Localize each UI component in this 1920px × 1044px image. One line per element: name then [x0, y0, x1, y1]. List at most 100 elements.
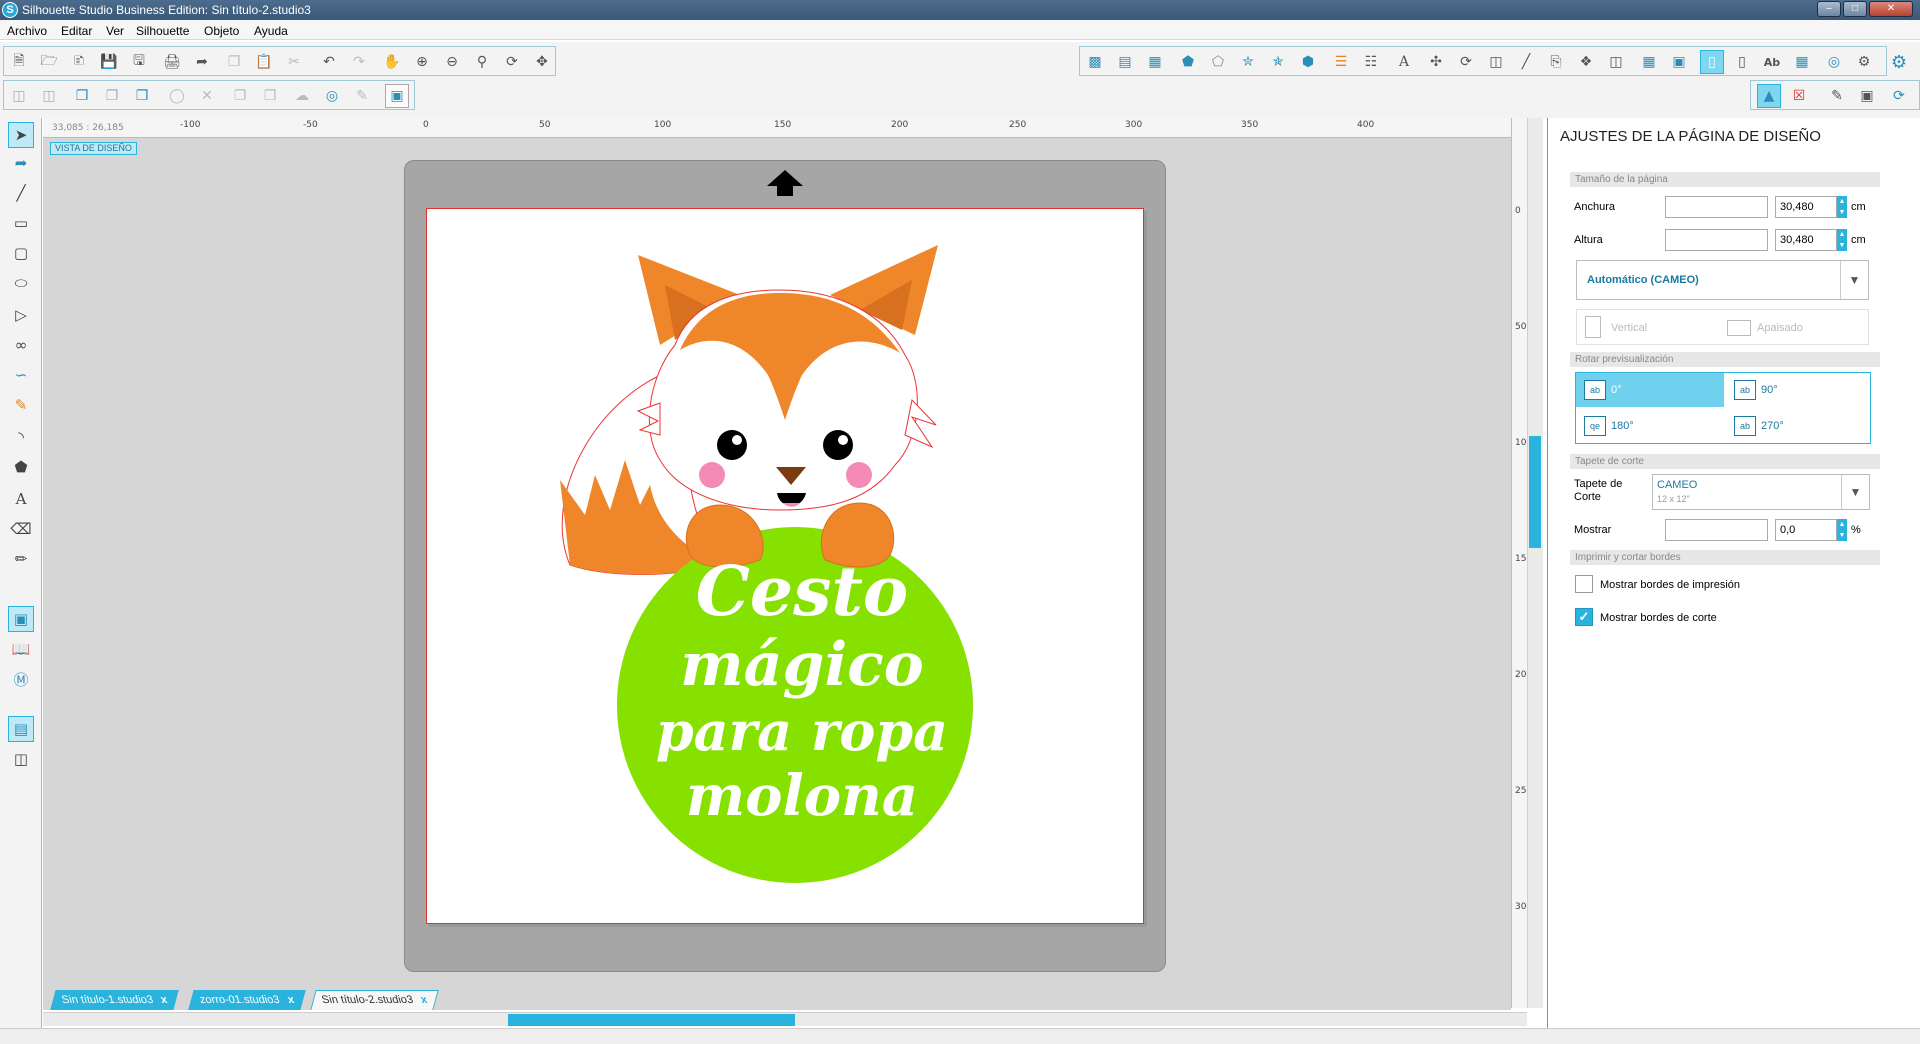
- ellipse-tool-icon[interactable]: ⬭: [8, 270, 34, 296]
- show-input[interactable]: 0,0: [1775, 519, 1837, 541]
- replicate-icon[interactable]: ❖: [1574, 50, 1598, 74]
- rotate-180-option[interactable]: qe 180°: [1576, 409, 1724, 443]
- print-cut-icon[interactable]: ▣: [1667, 50, 1691, 74]
- copy-icon[interactable]: ❐: [222, 50, 246, 74]
- menu-objeto[interactable]: Objeto: [204, 24, 239, 38]
- group-icon[interactable]: ◫: [7, 84, 31, 108]
- knife-icon[interactable]: ✎: [350, 84, 374, 108]
- new-document-icon[interactable]: 🗎: [7, 50, 31, 74]
- tab-close-icon[interactable]: x: [159, 991, 170, 1009]
- line-color-icon[interactable]: ✯: [1266, 50, 1290, 74]
- trace-icon[interactable]: ▦: [1637, 50, 1661, 74]
- height-spinner[interactable]: ▲ ▼: [1837, 229, 1847, 251]
- vertical-scrollbar[interactable]: [1527, 118, 1543, 1008]
- maximize-button[interactable]: □: [1843, 1, 1867, 17]
- point-edit-icon[interactable]: ☁: [290, 84, 314, 108]
- single-view-icon[interactable]: ▤: [8, 716, 34, 742]
- regular-polygon-tool-icon[interactable]: ⬟: [8, 454, 34, 480]
- rotate-icon[interactable]: ⟳: [1454, 50, 1478, 74]
- page-setup-icon[interactable]: ▤: [1113, 50, 1137, 74]
- fit-to-page-icon[interactable]: ✥: [530, 50, 554, 74]
- modify-icon[interactable]: ◫: [1604, 50, 1628, 74]
- silhouette-store-icon[interactable]: Ⓜ: [8, 666, 34, 692]
- rounded-rectangle-tool-icon[interactable]: ▢: [8, 240, 34, 266]
- design-area-icon[interactable]: ▣: [8, 606, 34, 632]
- rotate-90-option[interactable]: ab 90°: [1726, 373, 1870, 407]
- menu-ver[interactable]: Ver: [106, 24, 124, 38]
- freehand-tool-icon[interactable]: ∽: [8, 362, 34, 388]
- rotate-0-option[interactable]: ab 0°: [1576, 373, 1724, 407]
- page-preset-dropdown[interactable]: Automático (CAMEO) ▼: [1576, 260, 1869, 300]
- scale-icon[interactable]: ◫: [1484, 50, 1508, 74]
- offset-target-icon[interactable]: ◎: [320, 84, 344, 108]
- delete-icon[interactable]: ✕: [195, 84, 219, 108]
- design-tools-icon[interactable]: ▩: [1083, 50, 1107, 74]
- tab-sin-titulo-1[interactable]: Sin título-1.studio3 x: [50, 990, 179, 1010]
- zoom-out-icon[interactable]: ⊖: [440, 50, 464, 74]
- text-to-path-icon[interactable]: Ab: [1760, 50, 1784, 74]
- height-input[interactable]: 30,480: [1775, 229, 1837, 251]
- fill-color-icon[interactable]: ⬟: [1176, 50, 1200, 74]
- show-slider[interactable]: [1665, 519, 1768, 541]
- close-button[interactable]: ✕: [1869, 1, 1913, 17]
- arc-tool-icon[interactable]: ◝: [8, 424, 34, 450]
- drag-zoom-icon[interactable]: ⟳: [500, 50, 524, 74]
- select-arrow-icon[interactable]: ➤: [8, 122, 34, 148]
- registration-marks-icon[interactable]: ▯: [1730, 50, 1754, 74]
- pan-hand-icon[interactable]: ✋: [380, 50, 404, 74]
- text-style-icon[interactable]: A: [1392, 50, 1416, 74]
- send-to-cutter-icon[interactable]: ▣: [385, 84, 409, 108]
- horizontal-scrollbar[interactable]: [43, 1012, 1527, 1026]
- tab-close-icon[interactable]: x: [419, 991, 430, 1009]
- make-compound-icon[interactable]: ❐: [228, 84, 252, 108]
- page-settings-panel-icon[interactable]: ▯: [1700, 50, 1724, 74]
- eraser-tool-icon[interactable]: ⌫: [8, 516, 34, 542]
- release-compound-icon[interactable]: ❐: [258, 84, 282, 108]
- smooth-freehand-tool-icon[interactable]: ✎: [8, 392, 34, 418]
- menu-ayuda[interactable]: Ayuda: [254, 24, 288, 38]
- rectangle-tool-icon[interactable]: ▭: [8, 210, 34, 236]
- print-borders-checkbox[interactable]: [1575, 575, 1593, 593]
- eraser-view-icon[interactable]: ✎: [1825, 84, 1849, 108]
- line-type-icon[interactable]: ☷: [1359, 50, 1383, 74]
- tab-sin-titulo-2[interactable]: Sin título-2.studio3 x: [310, 990, 439, 1010]
- transform-icon[interactable]: ✣: [1424, 50, 1448, 74]
- refresh-icon[interactable]: ⟳: [1887, 84, 1911, 108]
- save-icon[interactable]: 💾: [97, 50, 121, 74]
- scrollbar-thumb[interactable]: [508, 1014, 795, 1026]
- zoom-select-icon[interactable]: ⚲: [470, 50, 494, 74]
- send-backward-icon[interactable]: ❐: [100, 84, 124, 108]
- align-icon[interactable]: ⎘: [1544, 50, 1568, 74]
- edit-points-icon[interactable]: ➦: [8, 150, 34, 176]
- open-icon[interactable]: 🗁: [37, 50, 61, 74]
- shear-icon[interactable]: ╱: [1514, 50, 1538, 74]
- menu-editar[interactable]: Editar: [61, 24, 92, 38]
- offset-icon[interactable]: ◎: [1822, 50, 1846, 74]
- send-view-icon[interactable]: ▣: [1855, 84, 1879, 108]
- print-icon[interactable]: 🖨: [160, 50, 184, 74]
- polygon-tool-icon[interactable]: ▷: [8, 302, 34, 328]
- tab-zorro-01[interactable]: zorro-01.studio3 x: [188, 990, 306, 1010]
- split-view-icon[interactable]: ◫: [8, 746, 34, 772]
- menu-silhouette[interactable]: Silhouette: [136, 24, 189, 38]
- gradient-icon[interactable]: ⬠: [1206, 50, 1230, 74]
- save-library-icon[interactable]: 🖫: [127, 50, 151, 74]
- weld-icon[interactable]: ◯: [165, 84, 189, 108]
- show-spinner[interactable]: ▲ ▼: [1837, 519, 1847, 541]
- paste-icon[interactable]: 📋: [252, 50, 276, 74]
- design-view-icon[interactable]: ▲: [1757, 84, 1781, 108]
- library-icon[interactable]: 🗈: [67, 50, 91, 74]
- height-slider[interactable]: [1665, 229, 1768, 251]
- preferences-gear-icon[interactable]: ⚙: [1887, 50, 1911, 74]
- width-spinner[interactable]: ▲ ▼: [1837, 196, 1847, 218]
- width-input[interactable]: 30,480: [1775, 196, 1837, 218]
- undo-icon[interactable]: ↶: [317, 50, 341, 74]
- knife-tool-icon[interactable]: ✏: [8, 546, 34, 572]
- grid-icon[interactable]: ▦: [1143, 50, 1167, 74]
- curve-tool-icon[interactable]: ∞: [8, 332, 34, 358]
- mat-dropdown[interactable]: CAMEO 12 x 12" ▼: [1652, 474, 1870, 510]
- menu-archivo[interactable]: Archivo: [7, 24, 47, 38]
- no-cut-view-icon[interactable]: ☒: [1787, 84, 1811, 108]
- library-book-icon[interactable]: 📖: [8, 636, 34, 662]
- grid-settings-icon[interactable]: ▦: [1790, 50, 1814, 74]
